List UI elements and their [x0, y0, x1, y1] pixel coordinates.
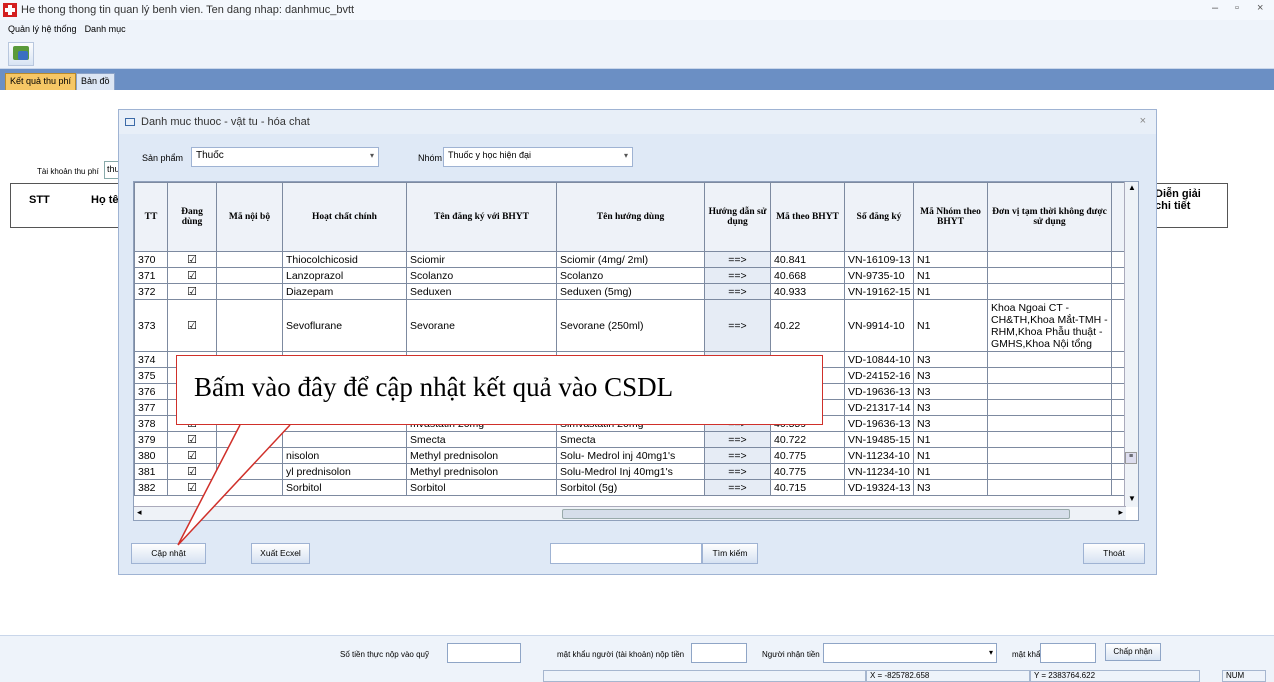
callout-pointer	[177, 424, 291, 546]
callout-box: Bấm vào đây để cập nhật kết quả vào CSDL	[176, 355, 823, 425]
callout-text: Bấm vào đây để cập nhật kết quả vào CSDL	[194, 372, 674, 402]
